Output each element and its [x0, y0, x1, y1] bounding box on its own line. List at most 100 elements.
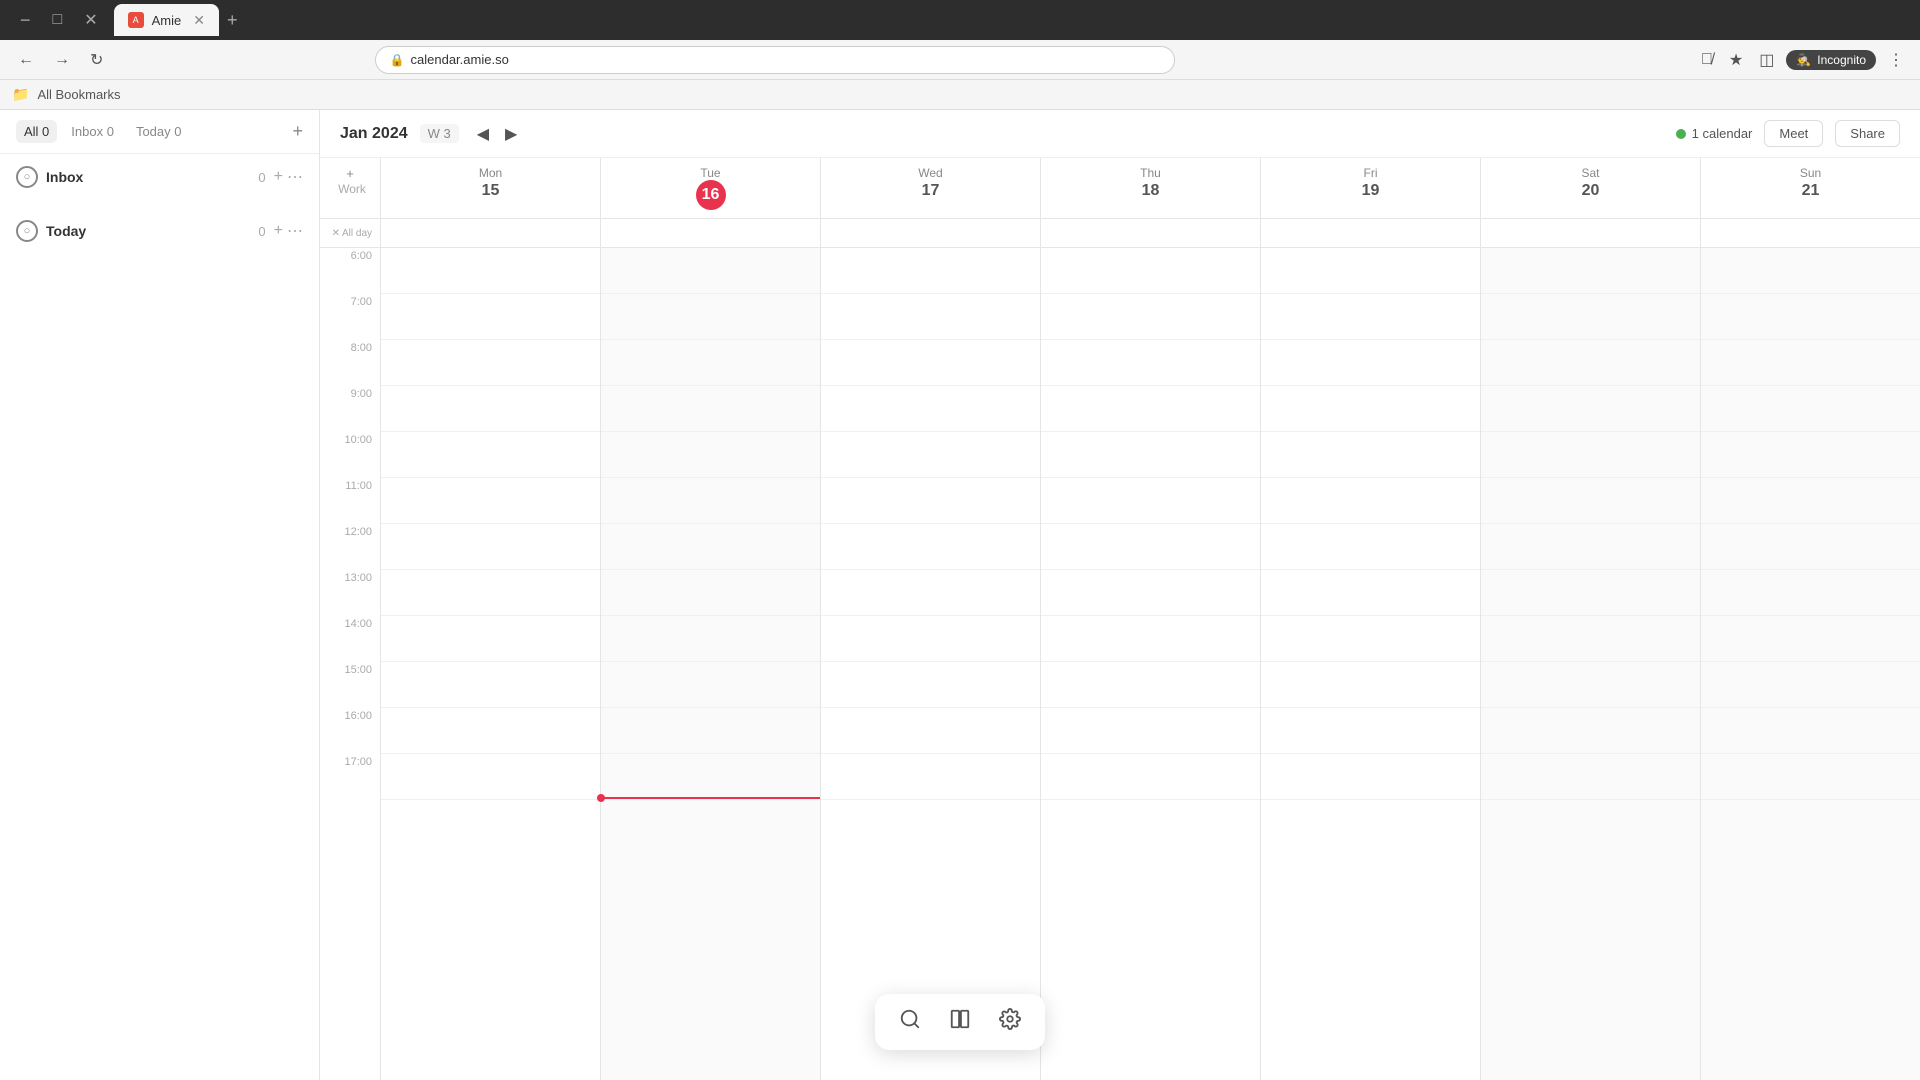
today-title: Today — [46, 223, 250, 239]
meet-button[interactable]: Meet — [1764, 120, 1823, 147]
minimize-button[interactable]: − — [12, 6, 39, 35]
split-view-icon[interactable]: ◫ — [1755, 46, 1778, 74]
work-label-cell: + Work — [320, 158, 380, 218]
inbox-more-button[interactable]: ⋯ — [287, 167, 303, 187]
active-tab[interactable]: A Amie ✕ — [114, 4, 219, 36]
hour-fri-8 — [1261, 340, 1480, 386]
hour-tue-14 — [601, 616, 820, 662]
search-toolbar-button[interactable] — [895, 1004, 925, 1040]
more-options-button[interactable]: ⋮ — [1884, 46, 1908, 74]
inbox-section: ○ Inbox 0 + ⋯ — [0, 154, 319, 208]
time-label-900: 9:00 — [320, 386, 380, 432]
incognito-badge: 🕵 Incognito — [1786, 50, 1876, 70]
allday-cell-wed[interactable] — [820, 219, 1040, 247]
back-button[interactable]: ← — [12, 47, 40, 73]
bookmarks-bar: 📁 All Bookmarks — [0, 80, 1920, 110]
address-bar[interactable]: 🔒 calendar.amie.so — [375, 46, 1175, 74]
tab-bar: A Amie ✕ + — [114, 4, 1908, 36]
hour-sat-7 — [1481, 294, 1700, 340]
next-week-button[interactable]: ▶ — [499, 122, 523, 146]
url-text: calendar.amie.so — [411, 52, 1160, 67]
calendar-header: Jan 2024 W 3 ◀ ▶ 1 calendar Meet Share — [320, 110, 1920, 158]
today-more-button[interactable]: ⋯ — [287, 221, 303, 241]
hour-wed-12 — [821, 524, 1040, 570]
day-num-fri: 19 — [1356, 180, 1386, 202]
hour-wed-6 — [821, 248, 1040, 294]
hour-sun-16 — [1701, 708, 1920, 754]
day-column-sun[interactable] — [1700, 248, 1920, 1080]
hour-mon-12 — [381, 524, 600, 570]
day-column-fri[interactable] — [1260, 248, 1480, 1080]
calendar-grid: + Work Mon 15 Tue 16 Wed 17 Thu 18 — [320, 158, 1920, 1080]
day-num-sat: 20 — [1576, 180, 1606, 202]
add-event-icon[interactable]: + — [346, 166, 354, 181]
day-name-sun: Sun — [1711, 166, 1910, 180]
visibility-off-icon[interactable]: 👁̸ — [1697, 47, 1717, 73]
tab-favicon: A — [128, 12, 144, 28]
collapse-allday-icon[interactable]: ✕ — [332, 228, 340, 239]
hour-fri-15 — [1261, 662, 1480, 708]
allday-cell-sat[interactable] — [1480, 219, 1700, 247]
day-header-fri: Fri 19 — [1260, 158, 1480, 218]
hour-mon-10 — [381, 432, 600, 478]
hour-sun-6 — [1701, 248, 1920, 294]
floating-toolbar — [875, 994, 1045, 1050]
reload-button[interactable]: ↻ — [84, 46, 109, 74]
week-badge: W 3 — [420, 124, 459, 143]
day-num-sun: 21 — [1796, 180, 1826, 202]
hour-sun-15 — [1701, 662, 1920, 708]
hour-wed-8 — [821, 340, 1040, 386]
hour-wed-17 — [821, 754, 1040, 800]
allday-cell-thu[interactable] — [1040, 219, 1260, 247]
close-button[interactable]: ✕ — [76, 6, 105, 34]
hour-mon-17 — [381, 754, 600, 800]
add-task-button[interactable]: + — [292, 121, 303, 142]
hour-sun-7 — [1701, 294, 1920, 340]
filter-tab-all[interactable]: All 0 — [16, 120, 57, 143]
hour-tue-17 — [601, 754, 820, 800]
forward-button[interactable]: → — [48, 47, 76, 73]
inbox-add-button[interactable]: + — [274, 167, 283, 187]
calendar-color-dot — [1676, 129, 1686, 139]
day-name-sat: Sat — [1491, 166, 1690, 180]
hour-fri-14 — [1261, 616, 1480, 662]
settings-toolbar-button[interactable] — [995, 1004, 1025, 1040]
hour-tue-9 — [601, 386, 820, 432]
prev-week-button[interactable]: ◀ — [471, 122, 495, 146]
hour-mon-16 — [381, 708, 600, 754]
day-header-sat: Sat 20 — [1480, 158, 1700, 218]
filter-tab-today[interactable]: Today 0 — [128, 120, 190, 143]
day-name-mon: Mon — [391, 166, 590, 180]
day-column-wed[interactable] — [820, 248, 1040, 1080]
day-num-thu: 18 — [1136, 180, 1166, 202]
hour-sun-11 — [1701, 478, 1920, 524]
tab-close-button[interactable]: ✕ — [193, 12, 205, 29]
day-header-thu: Thu 18 — [1040, 158, 1260, 218]
hour-sat-12 — [1481, 524, 1700, 570]
share-button[interactable]: Share — [1835, 120, 1900, 147]
day-column-sat[interactable] — [1480, 248, 1700, 1080]
day-column-thu[interactable] — [1040, 248, 1260, 1080]
time-label-1600: 16:00 — [320, 708, 380, 754]
hour-sun-17 — [1701, 754, 1920, 800]
hour-fri-13 — [1261, 570, 1480, 616]
allday-cell-tue[interactable] — [600, 219, 820, 247]
filter-tab-inbox[interactable]: Inbox 0 — [63, 120, 122, 143]
new-tab-button[interactable]: + — [227, 10, 238, 31]
time-label-800: 8:00 — [320, 340, 380, 386]
today-add-button[interactable]: + — [274, 221, 283, 241]
maximize-button[interactable]: □ — [45, 7, 71, 33]
allday-cell-sun[interactable] — [1700, 219, 1920, 247]
calendar-main: Jan 2024 W 3 ◀ ▶ 1 calendar Meet Share + — [320, 110, 1920, 1080]
calendar-indicator: 1 calendar — [1676, 126, 1753, 141]
allday-cell-mon[interactable] — [380, 219, 600, 247]
day-column-tue[interactable] — [600, 248, 820, 1080]
time-label-1100: 11:00 — [320, 478, 380, 524]
hour-thu-16 — [1041, 708, 1260, 754]
bookmarks-label: All Bookmarks — [37, 87, 120, 102]
hour-mon-13 — [381, 570, 600, 616]
layout-toolbar-button[interactable] — [945, 1004, 975, 1040]
allday-cell-fri[interactable] — [1260, 219, 1480, 247]
bookmark-icon[interactable]: ★ — [1725, 46, 1747, 74]
day-column-mon[interactable] — [380, 248, 600, 1080]
